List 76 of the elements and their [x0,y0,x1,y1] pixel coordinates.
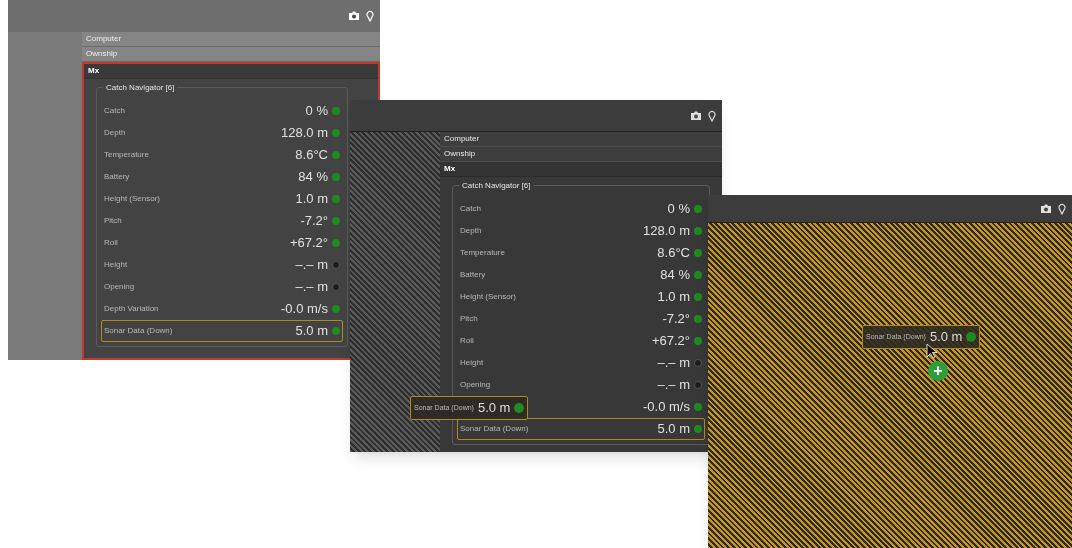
data-row[interactable]: Battery 84 % [101,166,343,188]
data-row[interactable]: Roll +67.2° [101,232,343,254]
data-value: -7.2° [662,310,690,329]
data-row[interactable]: Roll +67.2° [457,330,705,352]
data-label: Battery [460,269,486,281]
map-pin-icon[interactable] [708,109,716,122]
data-label: Pitch [104,215,122,227]
data-label: Opening [104,281,135,293]
data-value: -7.2° [300,212,328,231]
map-pin-icon[interactable] [1058,202,1066,215]
data-label: Temperature [460,247,505,259]
data-row-selected[interactable]: Sonar Data (Down) 5.0 m [101,320,343,342]
data-row[interactable]: Temperature 8.6°C [101,144,343,166]
data-label: Height (Sensor) [460,291,517,303]
data-value: –.– m [295,256,328,275]
data-value: 1.0 m [295,190,328,209]
data-row[interactable]: Height (Sensor) 1.0 m [101,188,343,210]
camera-icon[interactable] [348,11,360,21]
data-row[interactable]: Temperature 8.6°C [457,242,705,264]
data-row[interactable]: Catch 0 % [101,100,343,122]
data-label: Temperature [104,149,149,161]
data-row[interactable]: Pitch -7.2° [457,308,705,330]
data-row[interactable]: Height –.– m [101,254,343,276]
data-label: Pitch [460,313,478,325]
data-value: 5.0 m [295,322,328,341]
data-value: 0 % [667,200,690,219]
group-title: Catch Navigator [6] [103,82,178,94]
add-badge: + [928,361,948,381]
data-value: 128.0 m [643,222,690,241]
camera-icon[interactable] [690,110,702,121]
data-label: Catch [460,203,481,215]
data-value: 8.6°C [295,146,328,165]
data-row[interactable]: Height (Sensor) 1.0 m [457,286,705,308]
data-value: +67.2° [289,234,328,253]
tree-item[interactable]: Mx [84,64,378,79]
tree-item[interactable]: Ownship [440,147,722,162]
data-label: Height [104,259,128,271]
data-row[interactable]: Opening –.– m [101,276,343,298]
data-row[interactable]: Depth Variation -0.0 m/s [101,298,343,320]
data-row[interactable]: Height –.– m [457,352,705,374]
data-label: Roll [460,335,474,347]
data-label: Height (Sensor) [104,193,161,205]
data-value: 1.0 m [657,288,690,307]
data-label: Depth [460,225,482,237]
data-value: 128.0 m [281,124,328,143]
data-row[interactable]: Pitch -7.2° [101,210,343,232]
data-label: Depth Variation [104,303,159,315]
data-label: Height [460,357,484,369]
data-row[interactable]: Opening –.– m [457,374,705,396]
data-value: -0.0 m/s [281,300,328,319]
data-value: –.– m [657,376,690,395]
data-row[interactable]: Battery 84 % [457,264,705,286]
tree-item[interactable]: Mx [440,162,722,177]
data-label: Opening [460,379,491,391]
data-value: 84 % [660,266,690,285]
data-value: -0.0 m/s [643,398,690,417]
data-label: Battery [104,171,130,183]
data-value: 84 % [298,168,328,187]
data-label: Roll [104,237,118,249]
camera-icon[interactable] [1040,203,1052,214]
data-label: Depth [104,127,126,139]
data-label: Sonar Data (Down) [460,423,529,435]
data-value: –.– m [657,354,690,373]
data-row[interactable]: Depth 128.0 m [101,122,343,144]
tree-item[interactable]: Computer [440,132,722,147]
data-value: 5.0 m [657,420,690,439]
data-value: +67.2° [651,332,690,351]
data-value: 8.6°C [657,244,690,263]
data-row[interactable]: Catch 0 % [457,198,705,220]
data-label: Sonar Data (Down) [104,325,173,337]
data-value: 0 % [305,102,328,121]
data-row[interactable]: Depth 128.0 m [457,220,705,242]
cursor-icon [926,343,938,359]
data-value: –.– m [295,278,328,297]
group-title: Catch Navigator [6] [459,180,534,192]
data-label: Catch [104,105,125,117]
